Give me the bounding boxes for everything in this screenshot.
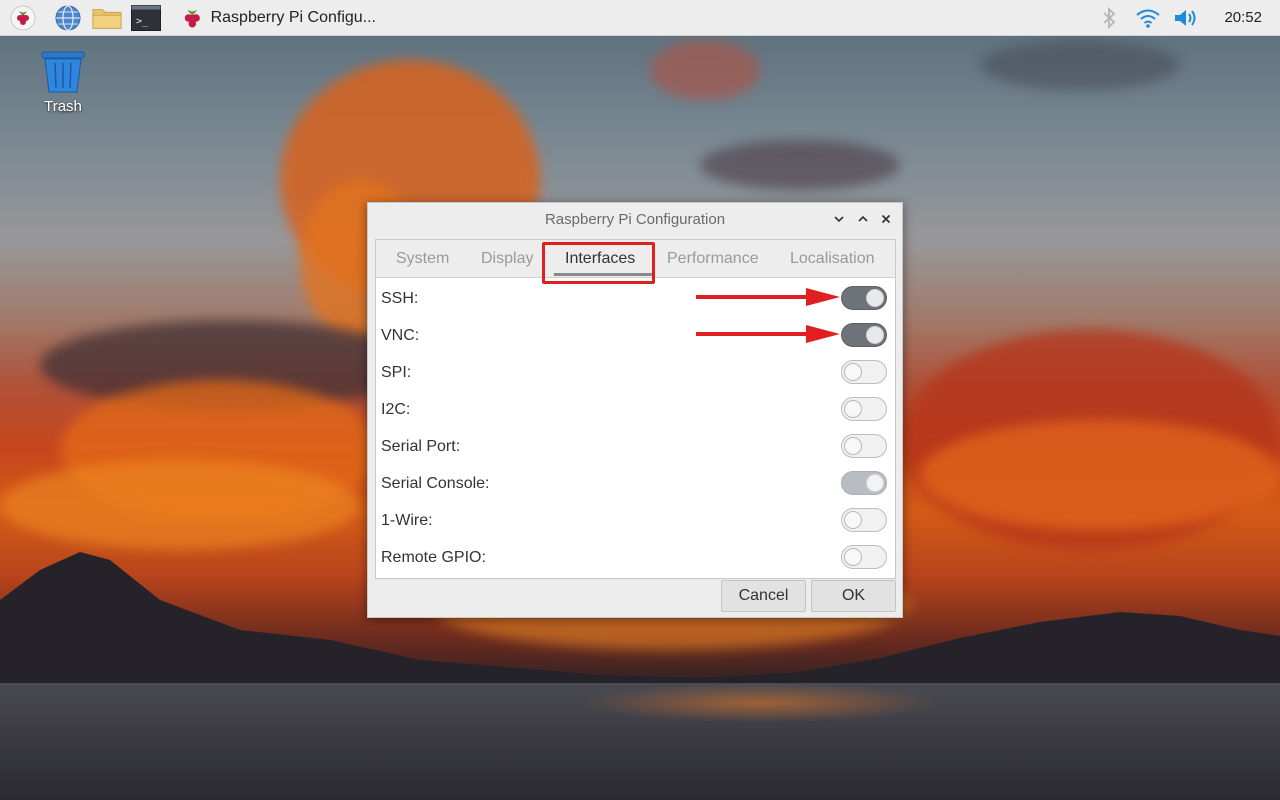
top-panel: >_ Raspberry Pi Configu... 20:52	[0, 0, 1280, 36]
tab-localisation[interactable]: Localisation	[790, 250, 875, 268]
tab-system[interactable]: System	[396, 250, 449, 268]
trash-icon	[41, 51, 85, 93]
tab-display[interactable]: Display	[481, 250, 533, 268]
taskbar-window-button[interactable]: Raspberry Pi Configu...	[176, 2, 376, 34]
toggle-knob	[866, 326, 884, 344]
one-wire-label: 1-Wire:	[381, 512, 433, 529]
taskbar-window-label: Raspberry Pi Configu...	[210, 9, 376, 26]
remote-gpio-label: Remote GPIO:	[381, 549, 486, 566]
toggle-knob	[844, 363, 862, 381]
chevron-down-icon	[834, 216, 844, 223]
chevron-up-icon	[858, 215, 868, 222]
annotation-arrow-ssh	[696, 288, 840, 306]
wallpaper-cloud	[650, 40, 760, 100]
serial-port-label: Serial Port:	[381, 438, 461, 455]
wallpaper-cloud	[980, 40, 1180, 90]
ssh-label: SSH:	[381, 290, 419, 307]
ssh-toggle[interactable]	[841, 286, 887, 310]
one-wire-toggle[interactable]	[841, 508, 887, 532]
vnc-toggle[interactable]	[841, 323, 887, 347]
i2c-label: I2C:	[381, 401, 411, 418]
trash-label: Trash	[44, 98, 82, 115]
annotation-arrow-vnc	[696, 325, 840, 343]
dialog-title: Raspberry Pi Configuration	[544, 211, 726, 228]
vnc-label: VNC:	[381, 327, 420, 344]
toggle-knob	[844, 400, 862, 418]
serial-console-label: Serial Console:	[381, 475, 490, 492]
maximize-button[interactable]	[854, 210, 872, 228]
ok-button[interactable]: OK	[811, 580, 896, 612]
lake-reflection	[580, 683, 940, 723]
annotation-highlight-box	[542, 242, 655, 284]
close-button[interactable]	[877, 210, 895, 228]
serial-port-toggle[interactable]	[841, 434, 887, 458]
toggle-knob	[866, 474, 884, 492]
toggle-knob	[866, 289, 884, 307]
bluetooth-icon[interactable]	[1094, 3, 1124, 33]
minimize-button[interactable]	[830, 210, 848, 228]
i2c-toggle[interactable]	[841, 397, 887, 421]
dialog-titlebar[interactable]: Raspberry Pi Configuration	[368, 203, 902, 235]
serial-console-toggle[interactable]	[841, 471, 887, 495]
volume-icon[interactable]	[1172, 3, 1202, 33]
spi-toggle[interactable]	[841, 360, 887, 384]
wallpaper-cloud	[920, 420, 1280, 530]
clock[interactable]: 20:52	[1224, 9, 1262, 26]
wallpaper-cloud	[0, 460, 360, 550]
tab-bar: System Display Interfaces Performance Lo…	[376, 240, 895, 284]
wifi-icon[interactable]	[1133, 3, 1163, 33]
toggle-knob	[844, 437, 862, 455]
file-manager-icon[interactable]	[92, 3, 122, 33]
raspberry-pi-configuration-dialog: Raspberry Pi Configuration System Displa…	[367, 202, 903, 618]
terminal-icon[interactable]: >_	[131, 3, 161, 33]
cancel-button[interactable]: Cancel	[721, 580, 806, 612]
svg-text:>_: >_	[136, 16, 149, 27]
settings-notebook: System Display Interfaces Performance Lo…	[375, 239, 896, 579]
wallpaper-cloud	[700, 140, 900, 190]
remote-gpio-toggle[interactable]	[841, 545, 887, 569]
toggle-knob	[844, 511, 862, 529]
close-icon	[881, 214, 891, 224]
toggle-knob	[844, 548, 862, 566]
raspberry-icon	[184, 9, 200, 28]
web-browser-icon[interactable]	[53, 3, 83, 33]
trash-desktop-icon[interactable]: Trash	[30, 50, 96, 120]
tab-performance[interactable]: Performance	[667, 250, 759, 268]
raspberry-menu-icon[interactable]	[8, 3, 38, 33]
spi-label: SPI:	[381, 364, 412, 381]
